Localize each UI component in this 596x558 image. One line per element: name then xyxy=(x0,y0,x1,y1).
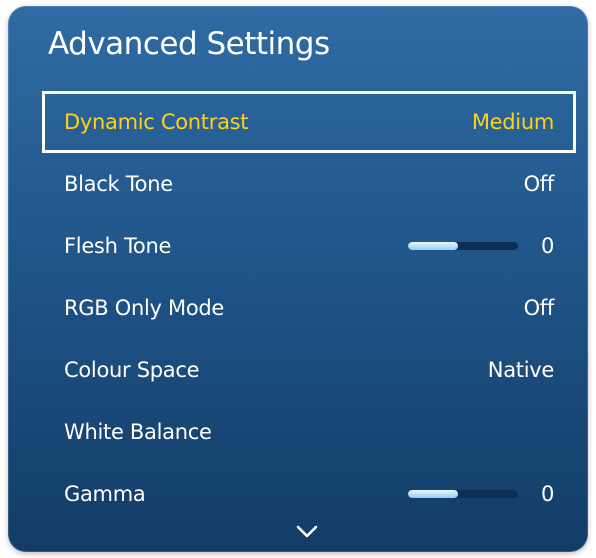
menu-item-label: White Balance xyxy=(64,420,212,444)
panel-title: Advanced Settings xyxy=(48,26,330,62)
menu-item-black-tone[interactable]: Black Tone Off xyxy=(42,153,576,215)
menu-item-label: Colour Space xyxy=(64,358,200,382)
menu-item-colour-space[interactable]: Colour Space Native xyxy=(42,339,576,401)
menu-item-value: Off xyxy=(523,296,555,320)
menu-item-value: Off xyxy=(523,172,555,196)
menu-item-label: Dynamic Contrast xyxy=(64,110,249,134)
menu-item-label: Black Tone xyxy=(64,172,173,196)
menu-item-value: Medium xyxy=(471,110,554,134)
menu-item-value: 0 xyxy=(540,234,554,258)
menu-item-gamma[interactable]: Gamma 0 xyxy=(42,463,576,525)
chevron-down-icon[interactable] xyxy=(296,525,318,539)
menu-item-label: Gamma xyxy=(64,482,146,506)
menu-item-rgb-only-mode[interactable]: RGB Only Mode Off xyxy=(42,277,576,339)
menu-item-white-balance[interactable]: White Balance xyxy=(42,401,576,463)
slider-fill xyxy=(408,242,458,250)
flesh-tone-slider[interactable] xyxy=(408,242,518,250)
slider-fill xyxy=(408,490,458,498)
menu-item-value: 0 xyxy=(540,482,554,506)
advanced-settings-panel: Advanced Settings Dynamic Contrast Mediu… xyxy=(8,6,588,552)
gamma-slider[interactable] xyxy=(408,490,518,498)
menu-item-label: Flesh Tone xyxy=(64,234,172,258)
menu-item-dynamic-contrast[interactable]: Dynamic Contrast Medium xyxy=(42,91,576,153)
menu-item-value: Native xyxy=(487,358,555,382)
menu-item-flesh-tone[interactable]: Flesh Tone 0 xyxy=(42,215,576,277)
menu-item-label: RGB Only Mode xyxy=(64,296,225,320)
settings-list: Dynamic Contrast Medium Black Tone Off F… xyxy=(42,91,576,525)
